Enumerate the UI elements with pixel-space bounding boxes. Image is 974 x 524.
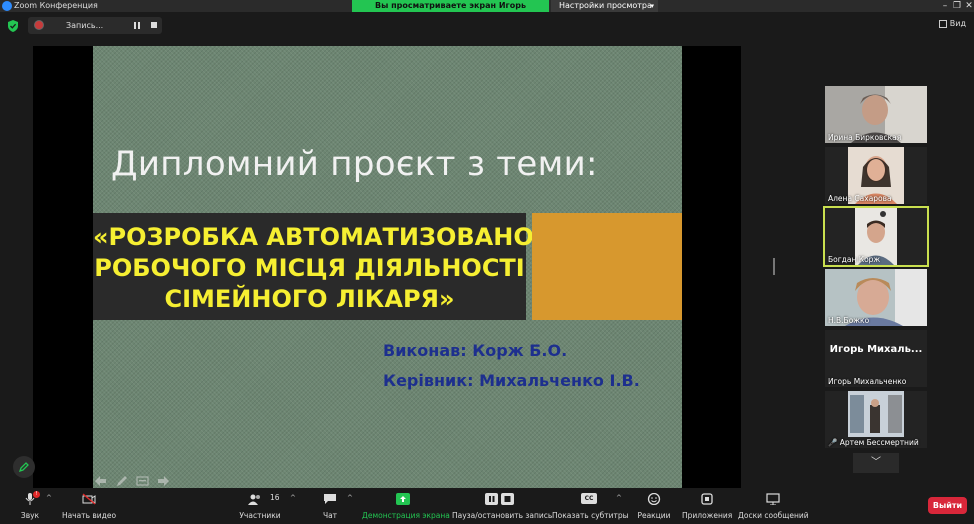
smiley-icon bbox=[647, 493, 661, 505]
meeting-top-bar: Запись... Вид bbox=[0, 12, 974, 40]
whiteboard-icon bbox=[766, 493, 780, 505]
captions-icon: CC bbox=[581, 493, 597, 504]
pause-stop-recording-button[interactable]: Пауза/остановить запись bbox=[452, 488, 553, 524]
share-screen-icon bbox=[396, 493, 410, 505]
chat-button[interactable]: Чат bbox=[316, 488, 344, 524]
previous-slide-icon[interactable] bbox=[94, 472, 107, 486]
chevron-down-icon: ▾ bbox=[650, 2, 654, 10]
captions-options-chevron[interactable]: ^ bbox=[616, 494, 622, 502]
audio-options-chevron[interactable]: ^ bbox=[46, 494, 52, 502]
title-bar: Zoom Конференция Вы просматриваете экран… bbox=[0, 0, 974, 22]
panel-resize-handle[interactable] bbox=[773, 258, 775, 275]
pencil-icon bbox=[18, 462, 29, 473]
apps-label: Приложения bbox=[682, 511, 733, 520]
participant-name: Артем Бессмертний bbox=[839, 438, 919, 447]
reactions-button[interactable]: Реакции bbox=[636, 488, 672, 524]
leave-button[interactable]: Выйти bbox=[928, 497, 967, 514]
captions-label: Показать субтитры bbox=[552, 511, 629, 520]
participant-tile[interactable]: Ирина Бирковская bbox=[825, 86, 927, 143]
participant-tile[interactable]: Игорь Михаль... Игорь Михальченко bbox=[825, 330, 927, 387]
audio-button[interactable]: ! Звук bbox=[14, 488, 46, 524]
slide-title-box: «РОЗРОБКА АВТОМАТИЗОВАНОГО РОБОЧОГО МІСЦ… bbox=[93, 213, 570, 320]
video-off-icon bbox=[82, 493, 96, 505]
pause-record-label: Пауза/остановить запись bbox=[452, 511, 553, 520]
stop-recording-button[interactable] bbox=[151, 22, 157, 28]
zoom-logo-icon bbox=[2, 1, 12, 11]
participant-name: Н.В.Божко bbox=[828, 316, 870, 325]
slide-performed-by: Виконав: Корж Б.О. bbox=[383, 341, 568, 360]
participant-tile-active-speaker[interactable]: Богдан Корж bbox=[825, 208, 927, 265]
view-options-button[interactable]: Настройки просмотра ▾ bbox=[551, 0, 658, 12]
alert-badge: ! bbox=[33, 491, 40, 498]
view-button-label: Вид bbox=[949, 19, 966, 28]
window-title: Zoom Конференция bbox=[14, 1, 98, 10]
participant-name: Ирина Бирковская bbox=[828, 133, 902, 142]
presentation-slide: Дипломний проєкт з теми: «РОЗРОБКА АВТОМ… bbox=[93, 46, 682, 488]
slide-title-line: РОБОЧОГО МІСЦЯ ДІЯЛЬНОСТІ bbox=[94, 254, 525, 282]
participant-tile[interactable]: Алена Сахарова bbox=[825, 147, 927, 204]
slide-title-line: СІМЕЙНОГО ЛІКАРЯ» bbox=[164, 285, 455, 313]
whiteboards-button[interactable]: Доски сообщений bbox=[738, 488, 809, 524]
participant-display-name: Игорь Михаль... bbox=[829, 344, 923, 355]
screen-share-banner: Вы просматриваете экран Игорь Михальченк… bbox=[352, 0, 549, 22]
recording-indicator: Запись... bbox=[28, 17, 162, 34]
participant-name: Игорь Михальченко bbox=[828, 377, 907, 386]
start-video-button[interactable]: Начать видео bbox=[58, 488, 120, 524]
participants-options-chevron[interactable]: ^ bbox=[290, 494, 296, 502]
meeting-toolbar: ! Звук ^ Начать видео 16 Участники ^ Чат… bbox=[0, 488, 974, 524]
participant-name: Алена Сахарова bbox=[828, 194, 892, 203]
slide-heading: Дипломний проєкт з теми: bbox=[111, 144, 598, 184]
minimize-button[interactable]: – bbox=[939, 0, 951, 12]
menu-icon[interactable] bbox=[136, 472, 149, 486]
restore-button[interactable]: ❐ bbox=[951, 0, 963, 12]
grid-icon bbox=[938, 19, 947, 28]
participants-label: Участники bbox=[239, 511, 281, 520]
whiteboards-label: Доски сообщений bbox=[738, 511, 809, 520]
participant-name-muted: 🎤 Артем Бессмертний bbox=[828, 438, 919, 447]
apps-button[interactable]: Приложения bbox=[682, 488, 732, 524]
slide-navigation bbox=[94, 472, 173, 486]
participants-button[interactable]: 16 Участники bbox=[236, 488, 284, 524]
participants-count: 16 bbox=[270, 493, 280, 502]
participant-name: Богдан Корж bbox=[828, 255, 881, 264]
gallery-scroll-down-button[interactable]: ﹀ bbox=[853, 453, 899, 473]
slide-accent-block bbox=[532, 213, 682, 320]
mic-muted-icon: 🎤 bbox=[828, 438, 838, 447]
close-button[interactable]: ✕ bbox=[963, 0, 974, 12]
reactions-label: Реакции bbox=[637, 511, 671, 520]
next-slide-icon[interactable] bbox=[157, 472, 170, 486]
annotate-button[interactable] bbox=[13, 456, 35, 478]
share-screen-button[interactable]: Демонстрация экрана bbox=[362, 488, 450, 524]
chat-options-chevron[interactable]: ^ bbox=[347, 494, 353, 502]
apps-icon bbox=[701, 493, 713, 505]
slide-title-line: «РОЗРОБКА АВТОМАТИЗОВАНОГО bbox=[93, 223, 570, 251]
chat-label: Чат bbox=[322, 511, 338, 520]
audio-label: Звук bbox=[20, 511, 40, 520]
pause-stop-icon bbox=[485, 493, 514, 505]
show-captions-button[interactable]: CC Показать субтитры bbox=[552, 488, 629, 524]
share-label: Демонстрация экрана bbox=[362, 511, 450, 520]
chevron-down-icon: ﹀ bbox=[871, 457, 881, 468]
participant-tile[interactable]: Н.В.Божко bbox=[825, 269, 927, 326]
record-dot-icon bbox=[35, 21, 43, 29]
view-options-label: Настройки просмотра bbox=[559, 1, 652, 10]
slide-supervisor: Керівник: Михальченко І.В. bbox=[383, 371, 640, 390]
pen-icon[interactable] bbox=[115, 472, 128, 486]
chat-icon bbox=[324, 494, 336, 504]
recording-label: Запись... bbox=[66, 21, 104, 30]
participants-icon bbox=[248, 494, 261, 505]
view-button[interactable]: Вид bbox=[938, 19, 966, 28]
participant-tile[interactable]: 🎤 Артем Бессмертний bbox=[825, 391, 927, 448]
video-label: Начать видео bbox=[61, 511, 117, 520]
shield-icon[interactable] bbox=[8, 20, 18, 32]
pause-recording-button[interactable] bbox=[134, 22, 141, 29]
